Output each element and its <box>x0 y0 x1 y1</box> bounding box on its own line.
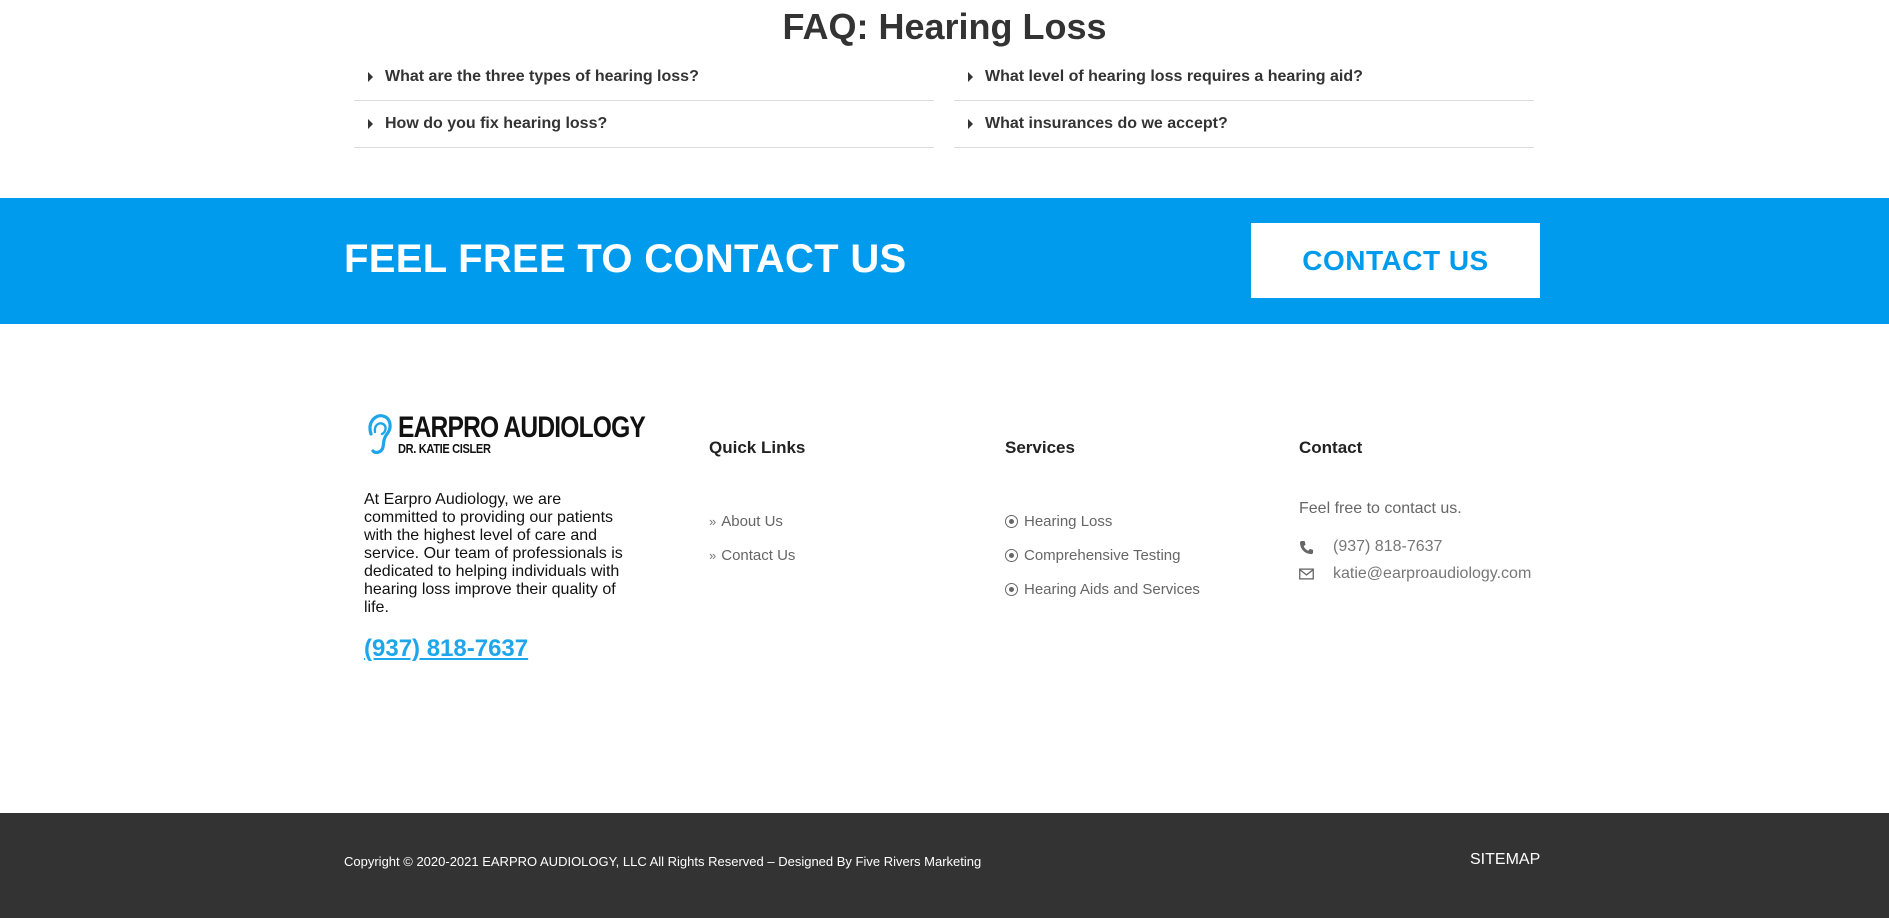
quick-links-list: » About Us » Contact Us <box>709 504 795 572</box>
service-hearing-aids[interactable]: Hearing Aids and Services <box>1005 572 1200 606</box>
dot-circle-icon <box>1005 548 1018 562</box>
services-list: Hearing Loss Comprehensive Testing Heari… <box>1005 504 1200 606</box>
quick-link-contact-us[interactable]: » Contact Us <box>709 538 795 572</box>
contact-lead-text: Feel free to contact us. <box>1299 500 1462 517</box>
service-label: Comprehensive Testing <box>1024 546 1181 564</box>
services-heading: Services <box>1005 438 1075 457</box>
faq-question: How do you fix hearing loss? <box>385 115 608 132</box>
faq-question: What level of hearing loss requires a he… <box>985 68 1363 85</box>
cta-heading: FEEL FREE TO CONTACT US <box>344 237 907 281</box>
faq-question: What are the three types of hearing loss… <box>385 68 699 85</box>
caret-right-icon <box>968 119 973 129</box>
dot-circle-icon <box>1005 514 1018 528</box>
logo-name: EARPRO AUDIOLOGY <box>398 411 646 444</box>
logo-subtitle: DR. KATIE CISLER <box>398 441 491 456</box>
sitemap-link[interactable]: SITEMAP <box>1470 851 1540 869</box>
contact-phone-row[interactable]: (937) 818-7637 <box>1299 538 1442 556</box>
ear-icon <box>368 414 392 454</box>
contact-email-row[interactable]: katie@earproaudiology.com <box>1299 565 1531 583</box>
contact-us-button[interactable]: CONTACT US <box>1251 223 1540 298</box>
contact-cta-band: FEEL FREE TO CONTACT US CONTACT US <box>0 198 1889 324</box>
site-logo[interactable]: EARPRO AUDIOLOGY DR. KATIE CISLER <box>364 411 646 456</box>
faq-title: FAQ: Hearing Loss <box>782 6 1107 47</box>
faq-item[interactable]: What insurances do we accept? <box>954 101 1534 148</box>
faq-section: FAQ: Hearing Loss What are the three typ… <box>0 0 1889 198</box>
caret-right-icon <box>368 72 373 82</box>
quick-link-label: Contact Us <box>721 546 796 564</box>
faq-item[interactable]: How do you fix hearing loss? <box>354 101 934 148</box>
faq-item[interactable]: What level of hearing loss requires a he… <box>954 54 1534 101</box>
phone-link[interactable]: (937) 818-7637 <box>364 635 528 663</box>
copyright-text: Copyright © 2020-2021 EARPRO AUDIOLOGY, … <box>344 854 982 869</box>
dot-circle-icon <box>1005 582 1018 596</box>
service-label: Hearing Aids and Services <box>1024 580 1200 598</box>
double-chevron-right-icon: » <box>709 547 717 563</box>
service-label: Hearing Loss <box>1024 512 1113 530</box>
faq-column-left: What are the three types of hearing loss… <box>354 54 934 148</box>
quick-link-about-us[interactable]: » About Us <box>709 504 795 538</box>
double-chevron-right-icon: » <box>709 513 717 529</box>
caret-right-icon <box>968 72 973 82</box>
footer-main: EARPRO AUDIOLOGY DR. KATIE CISLER At Ear… <box>0 324 1889 813</box>
copyright-bar: Copyright © 2020-2021 EARPRO AUDIOLOGY, … <box>0 813 1889 918</box>
phone-icon <box>1299 540 1333 555</box>
caret-right-icon <box>368 119 373 129</box>
faq-item[interactable]: What are the three types of hearing loss… <box>354 54 934 101</box>
service-hearing-loss[interactable]: Hearing Loss <box>1005 504 1200 538</box>
envelope-icon <box>1299 568 1333 580</box>
faq-column-right: What level of hearing loss requires a he… <box>954 54 1534 148</box>
service-comprehensive-testing[interactable]: Comprehensive Testing <box>1005 538 1200 572</box>
contact-phone: (937) 818-7637 <box>1333 538 1443 555</box>
quick-link-label: About Us <box>721 512 783 530</box>
contact-email: katie@earproaudiology.com <box>1333 565 1532 582</box>
contact-heading: Contact <box>1299 438 1363 457</box>
quick-links-heading: Quick Links <box>709 438 806 457</box>
about-text: At Earpro Audiology, we are committed to… <box>364 491 623 616</box>
faq-question: What insurances do we accept? <box>985 115 1228 132</box>
